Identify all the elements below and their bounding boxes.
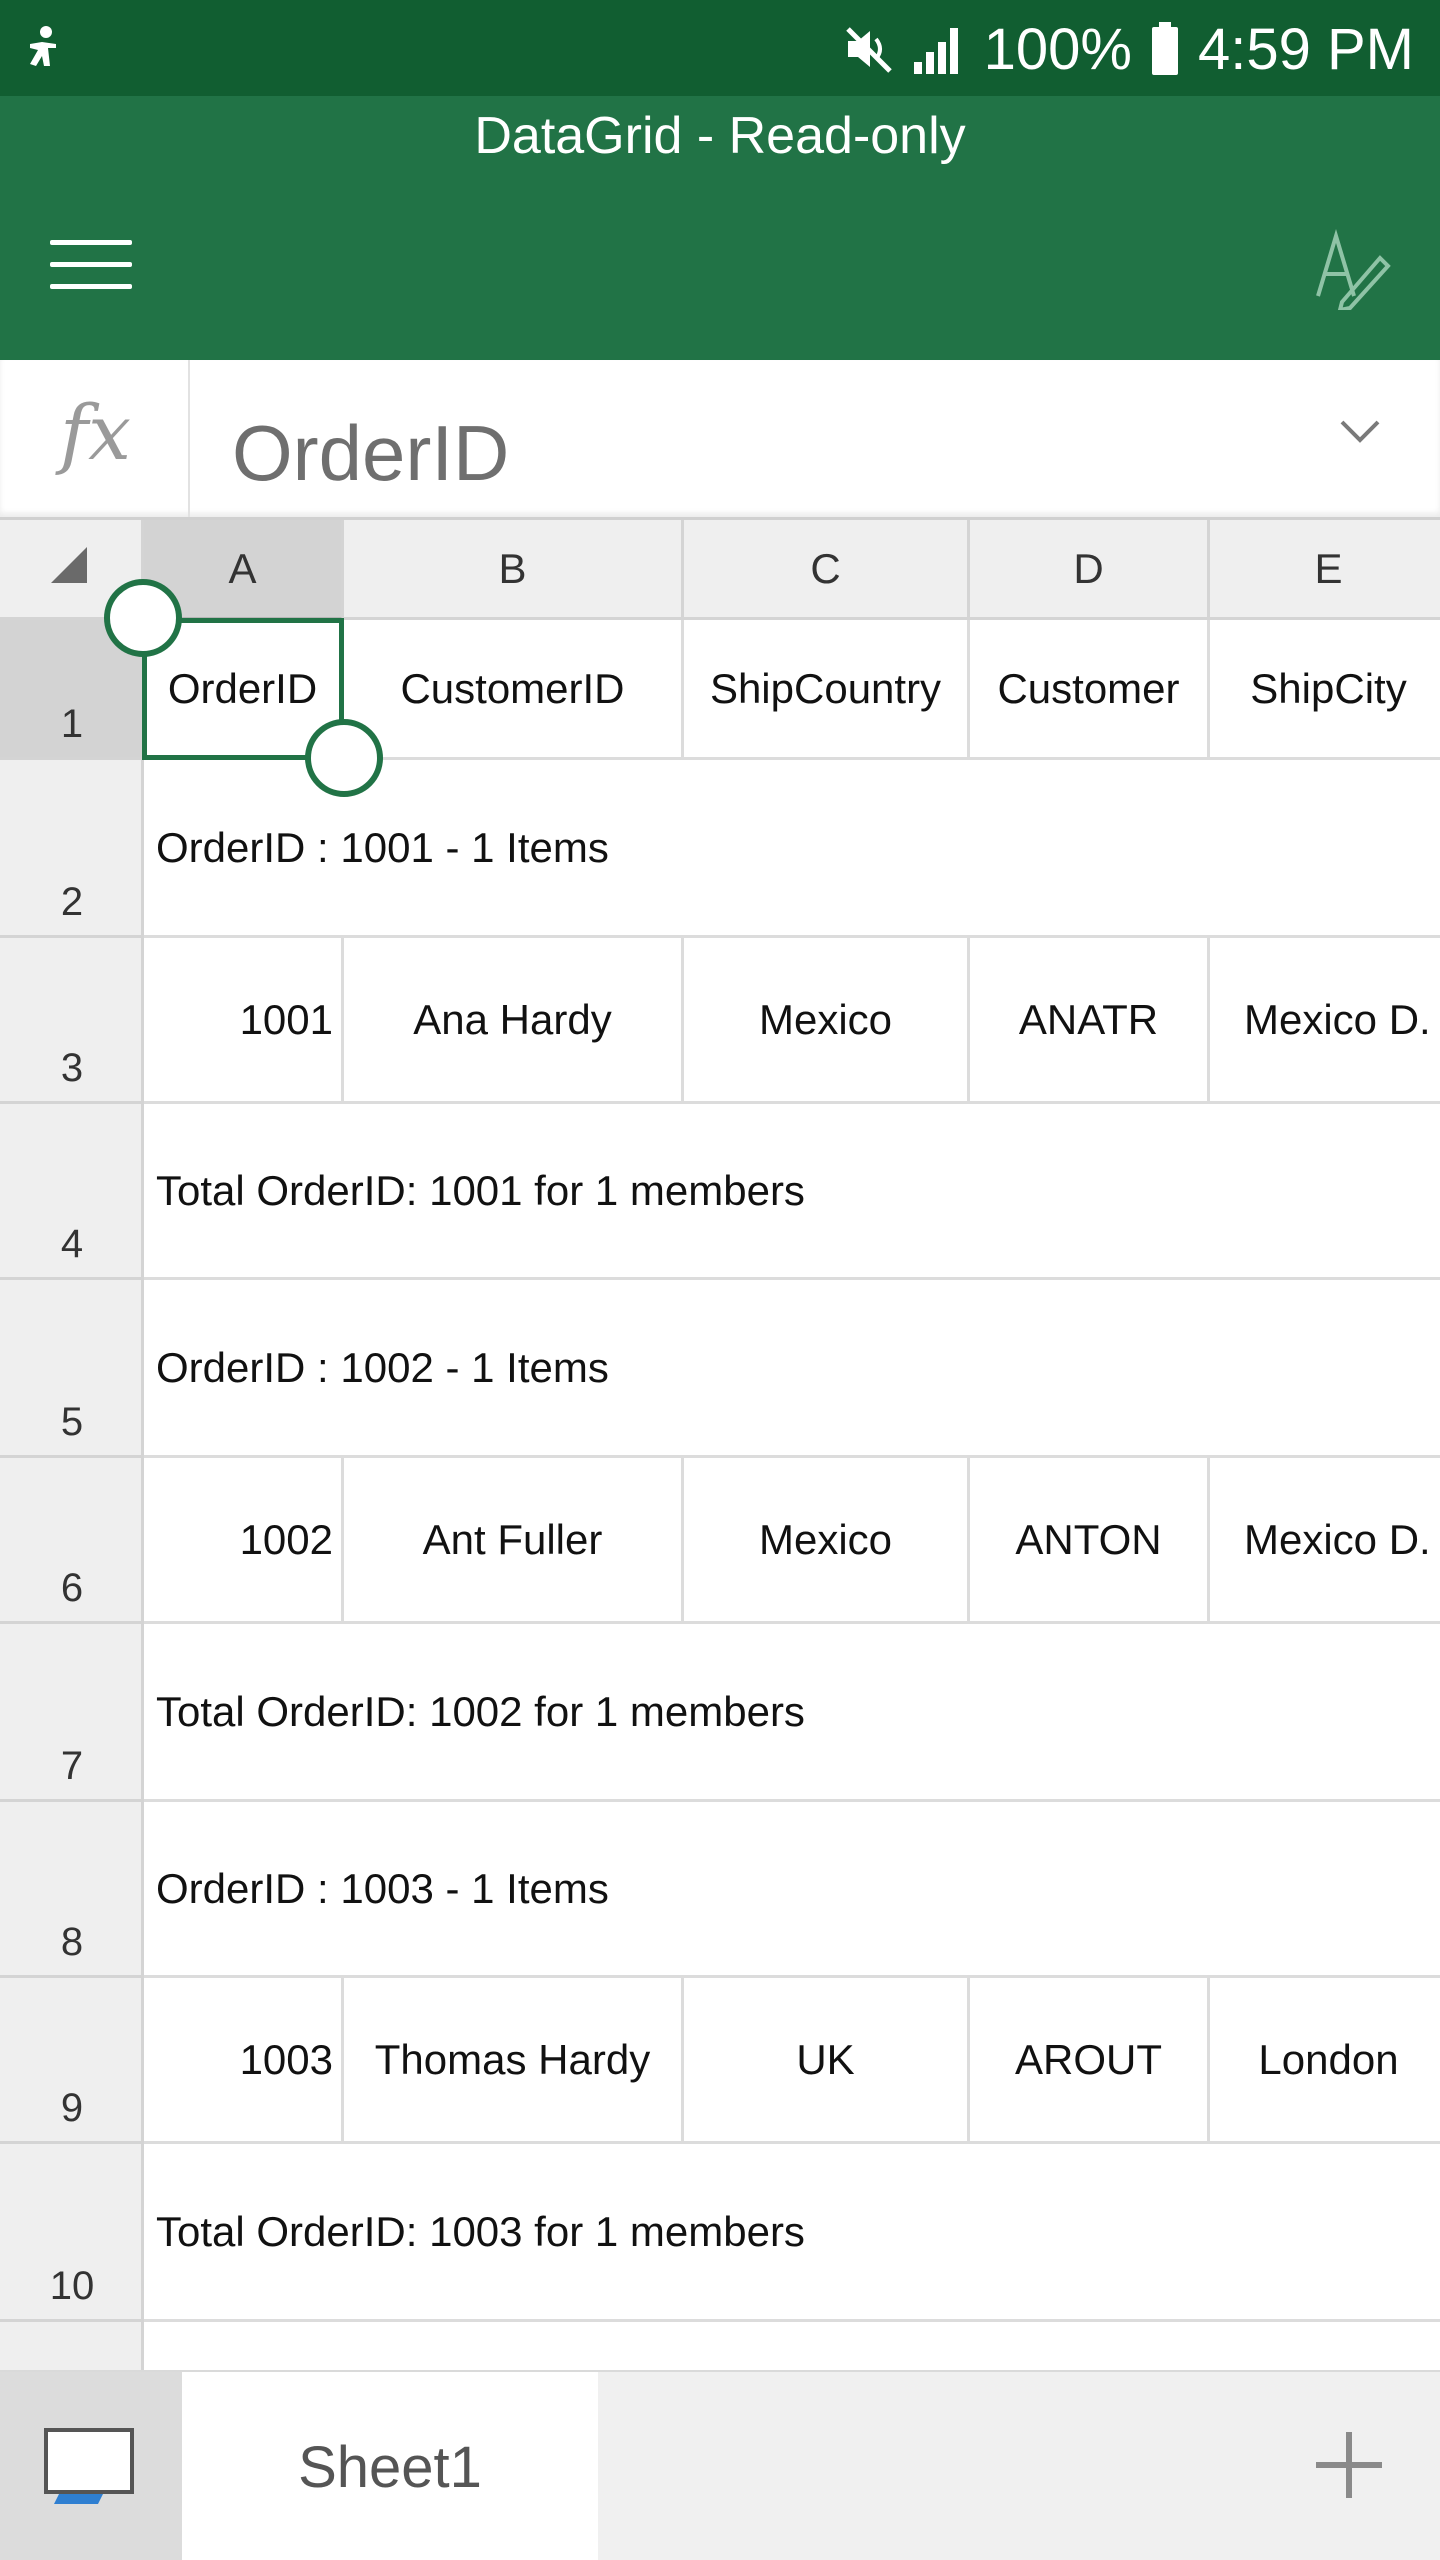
sheet-tab-sheet1[interactable]: Sheet1 <box>182 2372 598 2560</box>
column-header-b[interactable]: B <box>344 520 684 620</box>
group-caption-cell[interactable]: Total OrderID: 1001 for 1 members <box>144 1104 1440 1280</box>
data-cell[interactable]: Ant Fuller <box>344 1458 684 1624</box>
clock: 4:59 PM <box>1198 16 1414 82</box>
header-cell[interactable]: ShipCity <box>1210 620 1440 760</box>
data-cell[interactable]: Thomas Hardy <box>344 1978 684 2144</box>
row-header-2[interactable]: 2 <box>0 760 144 938</box>
data-cell[interactable]: London <box>1210 1978 1440 2144</box>
row-header-5[interactable]: 5 <box>0 1280 144 1458</box>
header-cell[interactable]: CustomerID <box>344 620 684 760</box>
selection-handle-bottom-right[interactable] <box>305 719 383 797</box>
row-header-9[interactable]: 9 <box>0 1978 144 2144</box>
formula-input[interactable]: OrderID <box>232 408 509 499</box>
row-number: 1 <box>60 702 84 746</box>
battery-icon <box>1152 22 1178 75</box>
data-cell[interactable]: 1002 <box>144 1458 344 1624</box>
formula-bar: fx OrderID <box>0 360 1440 520</box>
group-caption-cell[interactable]: OrderID : 1002 - 1 Items <box>144 1280 1440 1458</box>
data-cell[interactable]: AROUT <box>970 1978 1210 2144</box>
group-caption-cell[interactable]: Total OrderID: 1002 for 1 members <box>144 1624 1440 1802</box>
data-cell[interactable]: 1001 <box>144 938 344 1104</box>
group-caption-cell[interactable]: OrderID : 1003 - 1 Items <box>144 1802 1440 1978</box>
document-title: DataGrid - Read-only <box>474 107 966 165</box>
sheets-view-icon <box>44 2428 134 2504</box>
fx-icon: fx <box>60 388 131 477</box>
row-number: 9 <box>60 2086 84 2130</box>
battery-percent: 100% <box>983 16 1132 82</box>
data-cell[interactable]: ANATR <box>970 938 1210 1104</box>
header-cell[interactable]: Customer <box>970 620 1210 760</box>
data-cell[interactable]: Ana Hardy <box>344 938 684 1104</box>
data-cell[interactable]: Mexico D. <box>1210 938 1440 1104</box>
row-number: 10 <box>49 2264 95 2308</box>
row-number: 3 <box>60 1046 84 1090</box>
column-header-c[interactable]: C <box>684 520 970 620</box>
spreadsheet-grid[interactable]: A B C D E 1 OrderID CustomerID ShipCountry Custom… <box>0 520 1440 2370</box>
signal-icon <box>913 28 958 74</box>
insert-function-button[interactable]: fx <box>0 360 190 517</box>
row-number: 6 <box>60 1566 84 1610</box>
row-number: 4 <box>60 1222 84 1266</box>
data-cell[interactable]: Mexico D. <box>1210 1458 1440 1624</box>
status-bar: 100% 4:59 PM <box>0 0 1440 96</box>
column-header-d[interactable]: D <box>970 520 1210 620</box>
row-number: 2 <box>60 880 84 924</box>
row-number: 5 <box>60 1400 84 1444</box>
sheet-tab-bar: Sheet1 <box>0 2370 1440 2560</box>
sheets-overview-button[interactable] <box>0 2372 182 2560</box>
title-bar: DataGrid - Read-only <box>0 96 1440 360</box>
row-number: 8 <box>60 1920 84 1964</box>
row-header-4[interactable]: 4 <box>0 1104 144 1280</box>
chevron-down-icon[interactable] <box>1330 400 1390 460</box>
row-header-partial[interactable] <box>0 2322 144 2370</box>
data-cell[interactable]: UK <box>684 1978 970 2144</box>
selection-handle-top-left[interactable] <box>104 579 182 657</box>
row-header-10[interactable]: 10 <box>0 2144 144 2322</box>
row-header-8[interactable]: 8 <box>0 1802 144 1978</box>
mute-icon <box>845 27 892 73</box>
row-number: 7 <box>60 1744 84 1788</box>
data-cell[interactable]: Mexico <box>684 1458 970 1624</box>
data-cell[interactable]: ANTON <box>970 1458 1210 1624</box>
excel-app: 100% 4:59 PM DataGrid - Read-only fx Ord… <box>0 0 1440 2560</box>
edit-pen-icon[interactable] <box>1312 226 1392 310</box>
header-cell[interactable]: ShipCountry <box>684 620 970 760</box>
accessibility-icon <box>30 26 56 66</box>
group-caption-cell[interactable]: Total OrderID: 1003 for 1 members <box>144 2144 1440 2322</box>
row-header-3[interactable]: 3 <box>0 938 144 1104</box>
column-header-e[interactable]: E <box>1210 520 1440 620</box>
select-all-triangle-icon <box>51 547 87 583</box>
row-header-7[interactable]: 7 <box>0 1624 144 1802</box>
row-header-6[interactable]: 6 <box>0 1458 144 1624</box>
data-cell[interactable]: 1003 <box>144 1978 344 2144</box>
add-sheet-plus-icon[interactable] <box>1312 2428 1386 2502</box>
data-cell[interactable]: Mexico <box>684 938 970 1104</box>
hamburger-menu-icon[interactable] <box>50 236 132 296</box>
